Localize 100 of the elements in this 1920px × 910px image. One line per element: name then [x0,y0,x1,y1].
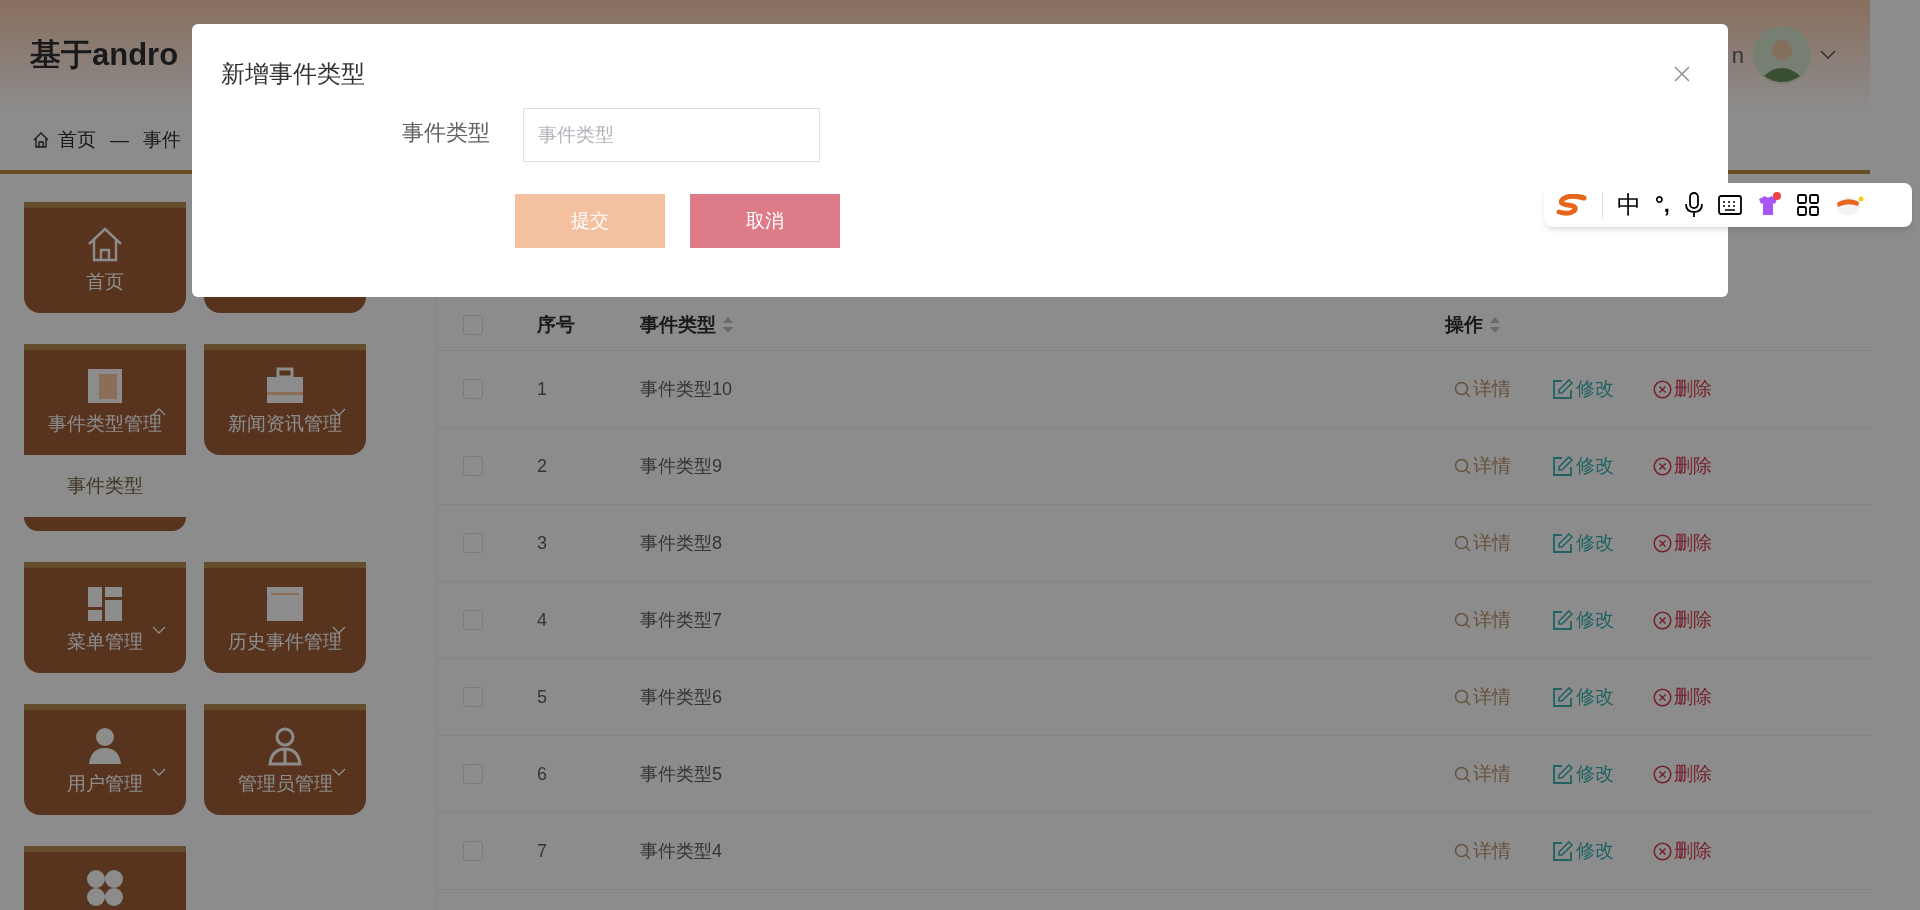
input-mode-toggle[interactable]: 中 [1617,193,1641,217]
table-cell: 7 [537,840,547,861]
detail-link[interactable]: 详情 [1454,451,1511,481]
chevron-icon [332,626,346,634]
edit-link[interactable]: 修改 [1552,759,1614,789]
briefcase-icon [265,366,305,406]
detail-link[interactable]: 详情 [1454,605,1511,635]
window-icon [265,584,305,624]
delete-link[interactable]: 删除 [1653,605,1712,635]
detail-link[interactable]: 详情 [1454,528,1511,558]
clover-icon [85,868,125,908]
delete-link[interactable]: 删除 [1653,451,1712,481]
edit-icon [1552,686,1574,708]
edit-link[interactable]: 修改 [1552,836,1614,866]
sidebar-menu-item[interactable]: 用户管理 [24,704,186,815]
field-label: 事件类型 [402,120,490,145]
sidebar-menu-item[interactable]: 菜单管理 [24,562,186,673]
caret-icon[interactable] [1820,50,1836,60]
breadcrumb-current: 事件 [143,127,181,152]
table-cell: 事件类型10 [640,378,733,399]
table-cell: 事件类型7 [640,609,722,630]
search-icon [1454,842,1471,860]
search-icon [1454,380,1471,398]
grid-icon[interactable] [1795,193,1820,217]
microphone-icon[interactable] [1683,192,1704,218]
sort-icon[interactable] [722,316,734,334]
delete-link[interactable]: 删除 [1653,374,1712,404]
punctuation-toggle[interactable]: °, [1655,194,1670,216]
edit-link[interactable]: 修改 [1552,682,1614,712]
table-cell: 6 [537,763,547,784]
close-circle-icon [1653,764,1672,784]
delete-link[interactable]: 删除 [1653,682,1712,712]
search-icon [1454,457,1471,475]
dialog-title: 新增事件类型 [221,59,365,89]
close-circle-icon [1653,687,1672,707]
edit-icon [1552,763,1574,785]
table-cell: 5 [537,686,547,707]
table-cell: 事件类型8 [640,532,722,553]
avatar-icon[interactable] [1753,26,1811,84]
edit-link[interactable]: 修改 [1552,374,1614,404]
sidebar-menu-item[interactable]: 历史事件管理 [204,562,366,673]
detail-link[interactable]: 详情 [1454,682,1511,712]
table-cell: 事件类型9 [640,455,722,476]
edit-icon [1552,532,1574,554]
search-icon [1454,611,1471,629]
user-name: n [1731,41,1744,70]
close-circle-icon [1653,841,1672,861]
submit-button[interactable]: 提交 [515,194,665,248]
edit-icon [1552,609,1574,631]
delete-link[interactable]: 删除 [1653,759,1712,789]
breadcrumb-link[interactable]: 首页 [58,125,96,155]
column-header[interactable]: 事件类型 [640,310,734,340]
table-cell: 事件类型4 [640,840,722,861]
detail-link[interactable]: 详情 [1454,836,1511,866]
table-cell: 4 [537,609,547,630]
column-header: 序号 [537,312,575,337]
chevron-icon [332,768,346,776]
search-icon [1454,534,1471,552]
breadcrumb-separator: — [109,127,130,152]
app-title: 基于andro [30,35,179,74]
cancel-button[interactable]: 取消 [690,194,840,248]
edit-icon [1552,840,1574,862]
edit-icon [1552,455,1574,477]
edit-icon [1552,378,1574,400]
chevron-icon [152,408,166,416]
close-icon[interactable] [1674,66,1690,82]
sidebar-menu-item[interactable]: 事件类型管理 [24,344,186,455]
table-cell: 2 [537,455,547,476]
detail-link[interactable]: 详情 [1454,374,1511,404]
chevron-icon [152,626,166,634]
close-circle-icon [1653,456,1672,476]
sidebar-menu-item[interactable]: 管理员管理 [204,704,366,815]
s-logo-icon[interactable] [1556,194,1588,216]
column-header[interactable]: 操作 [1445,310,1501,340]
keyboard-icon[interactable] [1717,194,1742,216]
edit-link[interactable]: 修改 [1552,451,1614,481]
grid-icon [85,584,125,624]
user-outline-icon [265,726,305,766]
input-field[interactable]: 事件类型 [523,108,820,162]
table-cell: 3 [537,532,547,553]
delete-link[interactable]: 删除 [1653,528,1712,558]
edit-link[interactable]: 修改 [1552,605,1614,635]
panel-icon [85,366,125,406]
search-icon [1454,765,1471,783]
sidebar-menu-item[interactable]: 新闻资讯管理 [204,344,366,455]
sidebar-menu-item[interactable]: 首页 [24,202,186,313]
sort-icon[interactable] [1489,316,1501,334]
close-circle-icon [1653,379,1672,399]
table-cell: 事件类型5 [640,763,722,784]
submenu-item[interactable]: 事件类型 [24,455,186,517]
detail-link[interactable]: 详情 [1454,759,1511,789]
table-cell: 1 [537,378,547,399]
chevron-icon [332,408,346,416]
close-circle-icon [1653,533,1672,553]
delete-link[interactable]: 删除 [1653,836,1712,866]
table-cell: 事件类型6 [640,686,722,707]
search-icon [1454,688,1471,706]
close-circle-icon [1653,610,1672,630]
chevron-icon [152,768,166,776]
edit-link[interactable]: 修改 [1552,528,1614,558]
